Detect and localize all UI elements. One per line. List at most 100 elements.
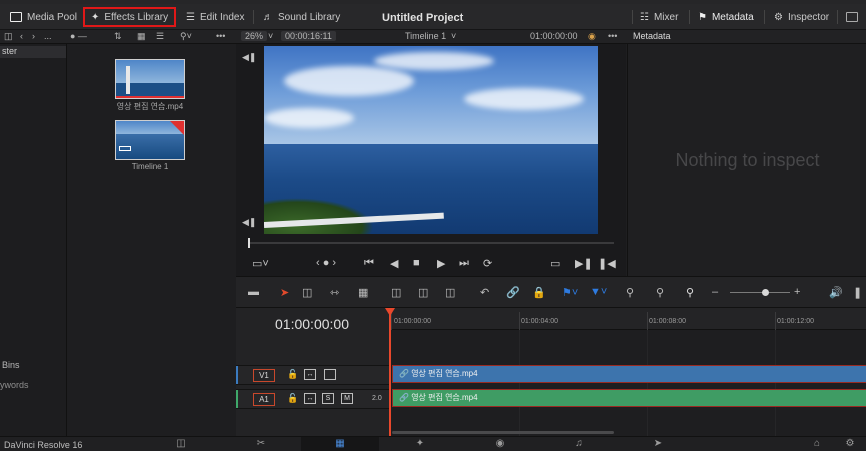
thumbnail-size-slider[interactable]: ● —	[70, 31, 87, 41]
media-page-icon[interactable]: ◫	[174, 438, 188, 450]
keywords-bin[interactable]: ywords	[0, 380, 29, 390]
selection-tool-icon[interactable]: ➤	[280, 286, 289, 299]
more-options-icon[interactable]: •••	[216, 31, 225, 41]
clip-thumbnail[interactable]	[115, 59, 185, 99]
timeline-view-options-icon[interactable]: ▬	[248, 286, 259, 298]
header-toolbar: Media Pool ✦ Effects Library ☰ Edit Inde…	[0, 4, 866, 30]
audio-clip[interactable]: 🔗 영상 편집 연습.mp4	[392, 389, 866, 407]
auto-select-icon[interactable]: ↔	[304, 393, 316, 404]
timeline-tracks[interactable]: 01:00:00:00 01:00:04:00 01:00:08:00 01:0…	[385, 308, 866, 436]
insert-clip-icon[interactable]: ◫	[391, 286, 401, 299]
more-options-icon[interactable]: •••	[608, 31, 617, 41]
zoom-out-icon[interactable]: –	[712, 286, 718, 298]
viewer-scrubber[interactable]	[248, 242, 614, 244]
timeline-ruler[interactable]: 01:00:00:00 01:00:04:00 01:00:08:00 01:0…	[390, 308, 866, 330]
solo-button[interactable]: S	[322, 393, 334, 404]
fairlight-page-icon[interactable]: ♫	[572, 438, 586, 450]
image-cloud	[284, 66, 414, 96]
mark-in-icon[interactable]: ▶❚	[575, 257, 593, 270]
lock-icon[interactable]: 🔓	[287, 393, 298, 404]
mark-out-icon[interactable]: ❚◀	[598, 257, 616, 270]
audio-track-label[interactable]: A1	[253, 393, 275, 406]
stop-icon[interactable]: ■	[413, 257, 420, 269]
sort-icon[interactable]: ⇅	[114, 31, 122, 42]
fullscreen-button[interactable]	[846, 8, 858, 26]
trim-tool-icon[interactable]: ◫	[302, 286, 312, 299]
lock-icon[interactable]: 🔓	[287, 369, 298, 380]
marker-icon[interactable]: ▼˅	[590, 286, 607, 298]
chevron-down-icon[interactable]: ˅	[268, 31, 273, 41]
video-clip[interactable]: 🔗 영상 편집 연습.mp4	[392, 365, 866, 383]
grid-view-icon[interactable]: ▦	[137, 31, 146, 42]
deliver-page-icon[interactable]: ➤	[651, 438, 665, 450]
media-pool-button[interactable]: Media Pool	[10, 8, 77, 26]
jog-control[interactable]: ‹ ● ›	[316, 257, 336, 269]
path-ellipsis[interactable]: ...	[44, 31, 52, 41]
snapping-icon[interactable]: ↶	[480, 286, 489, 299]
list-view-icon[interactable]: ☰	[156, 31, 164, 42]
edit-page-icon[interactable]: ▦	[333, 438, 347, 450]
viewer-frame[interactable]	[264, 46, 598, 234]
next-edit-marker-icon[interactable]: ◀❚	[242, 217, 256, 228]
smart-bins-header[interactable]: Bins	[2, 360, 20, 370]
viewer-zoom[interactable]: 26%	[241, 31, 268, 41]
zoom-full-icon[interactable]: ⚲	[626, 286, 634, 299]
zoom-in-icon[interactable]: +	[794, 286, 800, 298]
play-icon[interactable]: ▶	[437, 257, 445, 270]
playhead-handle[interactable]	[385, 308, 395, 316]
video-track-label[interactable]: V1	[253, 369, 275, 382]
timeline-zoom-knob[interactable]	[762, 289, 769, 296]
loop-icon[interactable]: ⟳	[483, 257, 492, 270]
overwrite-clip-icon[interactable]: ◫	[418, 286, 428, 299]
zoom-custom-icon[interactable]: ⚲	[686, 286, 694, 299]
cut-page-icon[interactable]: ✂	[254, 438, 268, 450]
go-to-end-icon[interactable]: ⏭	[459, 257, 469, 270]
timeline-name[interactable]: Timeline 1	[405, 31, 446, 41]
video-clip-name: 영상 편집 연습.mp4	[411, 369, 478, 378]
fusion-page-icon[interactable]: ✦	[413, 438, 427, 450]
track-visibility-icon[interactable]	[324, 369, 336, 380]
timeline-playhead[interactable]	[389, 308, 391, 436]
linked-selection-icon[interactable]: 🔗	[506, 286, 520, 299]
timeline-zoom-slider[interactable]	[730, 292, 790, 293]
edit-index-button[interactable]: ☰ Edit Index	[186, 8, 244, 26]
viewer-size-icon[interactable]: ▭˅	[252, 257, 269, 270]
position-lock-icon[interactable]: 🔒	[532, 286, 546, 299]
audio-track-header[interactable]: A1 🔓 ↔ S M 2.0	[236, 389, 389, 409]
previous-edit-marker-icon[interactable]: ◀❚	[242, 52, 256, 63]
blade-tool-icon[interactable]: ▦	[358, 286, 368, 299]
home-icon[interactable]: ⌂	[810, 438, 824, 450]
sidebar-toggle-icon[interactable]: ◫	[4, 31, 13, 42]
auto-select-icon[interactable]: ↔	[304, 369, 316, 380]
search-icon[interactable]: ⚲˅	[180, 31, 192, 42]
color-wheel-icon[interactable]: ◉	[588, 31, 596, 42]
sound-library-button[interactable]: ♬ Sound Library	[263, 8, 340, 26]
mute-button[interactable]: M	[341, 393, 353, 404]
back-icon[interactable]: ‹	[20, 31, 23, 41]
speaker-icon[interactable]: 🔊	[829, 286, 843, 299]
dynamic-trim-icon[interactable]: ⇿	[330, 286, 339, 299]
mixer-button[interactable]: ☷ Mixer	[640, 8, 678, 26]
play-reverse-icon[interactable]: ◀	[390, 257, 398, 270]
scrubber-playhead[interactable]	[248, 238, 250, 248]
master-bin[interactable]: ster	[0, 46, 66, 58]
effects-library-button[interactable]: ✦ Effects Library	[83, 7, 177, 27]
grid-line	[775, 330, 776, 436]
replace-clip-icon[interactable]: ◫	[445, 286, 455, 299]
go-to-start-icon[interactable]: ⏮	[364, 257, 374, 270]
clip-name: 영상 편집 연습.mp4	[116, 102, 184, 111]
audio-meter-icon[interactable]: ❚	[853, 286, 862, 299]
zoom-detail-icon[interactable]: ⚲	[656, 286, 664, 299]
timeline-thumbnail[interactable]	[115, 120, 185, 160]
sound-library-label: Sound Library	[278, 11, 341, 23]
timeline-scrollbar[interactable]	[392, 431, 614, 434]
forward-icon[interactable]: ›	[32, 31, 35, 41]
chevron-down-icon[interactable]: ˅	[451, 31, 456, 41]
metadata-button[interactable]: ⚑ Metadata	[698, 8, 754, 26]
match-frame-icon[interactable]: ▭	[550, 257, 560, 270]
inspector-button[interactable]: ⚙ Inspector	[774, 8, 829, 26]
video-track-header[interactable]: V1 🔓 ↔	[236, 365, 389, 385]
settings-gear-icon[interactable]: ⚙	[843, 438, 857, 450]
color-page-icon[interactable]: ◉	[493, 438, 507, 450]
flag-icon[interactable]: ⚑˅	[562, 286, 578, 299]
